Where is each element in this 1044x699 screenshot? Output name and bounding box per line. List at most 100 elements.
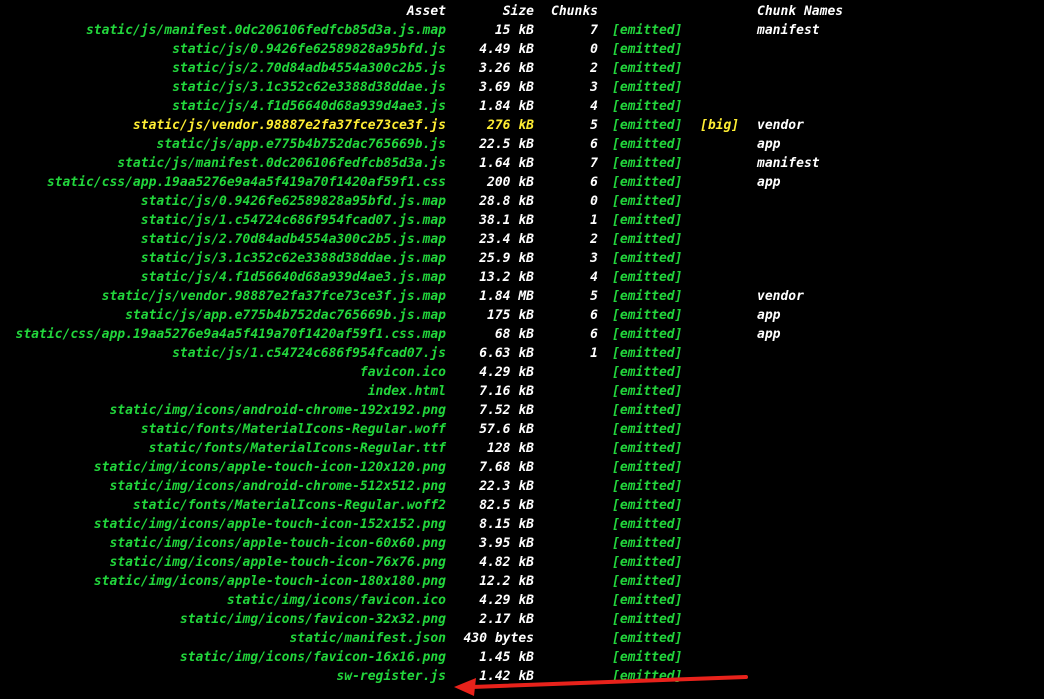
asset-status: [emitted]	[612, 308, 683, 323]
asset-chunks: 1	[590, 213, 598, 228]
asset-chunks: 7	[590, 156, 598, 171]
asset-chunk-names: manifest	[757, 156, 820, 171]
asset-status: [emitted]	[612, 327, 683, 342]
asset-status: [emitted]	[612, 517, 683, 532]
asset-status: [emitted]	[612, 42, 683, 57]
asset-status: [emitted]	[612, 574, 683, 589]
asset-size: 4.29 kB	[479, 365, 534, 380]
table-row: static/js/0.9426fe62589828a95bfd.js 4.49 …	[0, 40, 1044, 59]
table-row: static/img/icons/apple-touch-icon-76x76.…	[0, 553, 1044, 572]
asset-chunk-names: app	[757, 137, 781, 152]
table-row: static/img/icons/apple-touch-icon-152x15…	[0, 515, 1044, 534]
table-row: static/img/icons/android-chrome-192x192.…	[0, 401, 1044, 420]
asset-size: 7.16 kB	[479, 384, 534, 399]
asset-status: [emitted]	[612, 479, 683, 494]
asset-name: static/img/icons/android-chrome-512x512.…	[109, 479, 446, 494]
asset-size: 3.95 kB	[479, 536, 534, 551]
asset-status: [emitted]	[612, 213, 683, 228]
asset-size: 2.17 kB	[479, 612, 534, 627]
asset-name: static/img/icons/apple-touch-icon-152x15…	[93, 517, 446, 532]
asset-status: [emitted]	[612, 384, 683, 399]
table-row: index.html 7.16 kB [emitted]	[0, 382, 1044, 401]
table-row: static/img/icons/favicon-16x16.png 1.45 k…	[0, 648, 1044, 667]
asset-status: [emitted]	[612, 631, 683, 646]
asset-name: static/js/3.1c352c62e3388d38ddae.js	[172, 80, 446, 95]
asset-name: favicon.ico	[359, 365, 446, 380]
asset-name: static/js/4.f1d56640d68a939d4ae3.js.map	[140, 270, 446, 285]
asset-status: [emitted]	[612, 441, 683, 456]
asset-status: [emitted]	[612, 612, 683, 627]
asset-status: [emitted]	[612, 460, 683, 475]
arrow-shaft	[470, 675, 748, 689]
asset-name: static/js/0.9426fe62589828a95bfd.js.map	[140, 194, 446, 209]
asset-name: static/js/manifest.0dc206106fedfcb85d3a.…	[85, 23, 446, 38]
asset-name: static/fonts/MaterialIcons-Regular.woff	[140, 422, 446, 437]
asset-size: 4.29 kB	[479, 593, 534, 608]
asset-status: [emitted]	[612, 118, 683, 133]
asset-rows: static/js/manifest.0dc206106fedfcb85d3a.…	[0, 21, 1044, 686]
asset-chunks: 6	[590, 308, 598, 323]
asset-name: static/js/4.f1d56640d68a939d4ae3.js	[172, 99, 446, 114]
asset-size: 4.49 kB	[479, 42, 534, 57]
asset-size: 1.84 kB	[479, 99, 534, 114]
asset-status: [emitted]	[612, 175, 683, 190]
table-row: favicon.ico 4.29 kB [emitted]	[0, 363, 1044, 382]
asset-status: [emitted]	[612, 403, 683, 418]
table-row: static/js/manifest.0dc206106fedfcb85d3a.…	[0, 154, 1044, 173]
asset-size: 13.2 kB	[479, 270, 534, 285]
table-row: static/img/icons/apple-touch-icon-60x60.…	[0, 534, 1044, 553]
asset-chunk-names: vendor	[757, 289, 804, 304]
asset-name: static/js/1.c54724c686f954fcad07.js.map	[140, 213, 446, 228]
header-asset: Asset	[406, 4, 446, 19]
table-row: static/js/1.c54724c686f954fcad07.js 6.63 …	[0, 344, 1044, 363]
asset-name: static/img/icons/favicon-32x32.png	[179, 612, 446, 627]
asset-chunk-names: manifest	[757, 23, 820, 38]
table-row: static/js/2.70d84adb4554a300c2b5.js.map 2…	[0, 230, 1044, 249]
asset-chunks: 2	[590, 232, 598, 247]
asset-size: 1.64 kB	[479, 156, 534, 171]
asset-chunk-names: app	[757, 175, 781, 190]
table-row: static/js/vendor.98887e2fa37fce73ce3f.js…	[0, 116, 1044, 135]
asset-chunks: 1	[590, 346, 598, 361]
asset-size: 7.68 kB	[479, 460, 534, 475]
asset-size: 8.15 kB	[479, 517, 534, 532]
asset-size: 57.6 kB	[479, 422, 534, 437]
asset-name: static/css/app.19aa5276e9a4a5f419a70f142…	[46, 175, 446, 190]
asset-name: static/css/app.19aa5276e9a4a5f419a70f142…	[15, 327, 446, 342]
asset-chunks: 6	[590, 137, 598, 152]
red-arrow-icon	[454, 675, 748, 696]
asset-chunks: 4	[590, 270, 598, 285]
asset-status: [emitted]	[612, 80, 683, 95]
asset-status: [emitted]	[612, 137, 683, 152]
asset-size: 1.45 kB	[479, 650, 534, 665]
header-chunks: Chunks	[551, 4, 598, 19]
asset-name: static/fonts/MaterialIcons-Regular.ttf	[148, 441, 446, 456]
asset-name: static/img/icons/favicon-16x16.png	[179, 650, 446, 665]
asset-size: 6.63 kB	[479, 346, 534, 361]
table-row: static/css/app.19aa5276e9a4a5f419a70f142…	[0, 325, 1044, 344]
asset-status: [emitted]	[612, 232, 683, 247]
table-row: static/js/3.1c352c62e3388d38ddae.js.map 2…	[0, 249, 1044, 268]
table-row: static/js/vendor.98887e2fa37fce73ce3f.js…	[0, 287, 1044, 306]
asset-status: [emitted]	[612, 536, 683, 551]
table-row: static/img/icons/apple-touch-icon-120x12…	[0, 458, 1044, 477]
asset-name: static/manifest.json	[289, 631, 446, 646]
table-row: static/js/4.f1d56640d68a939d4ae3.js.map 1…	[0, 268, 1044, 287]
asset-name: sw-register.js	[336, 669, 446, 684]
table-row: static/img/icons/favicon-32x32.png 2.17 k…	[0, 610, 1044, 629]
asset-size: 25.9 kB	[479, 251, 534, 266]
asset-size: 3.26 kB	[479, 61, 534, 76]
asset-chunks: 5	[590, 118, 598, 133]
asset-name: static/img/icons/android-chrome-192x192.…	[109, 403, 446, 418]
asset-status: [emitted]	[612, 194, 683, 209]
terminal-window: { "colors": { "background": "#000000", "…	[0, 0, 1044, 699]
asset-name: static/js/2.70d84adb4554a300c2b5.js.map	[140, 232, 446, 247]
table-row: static/js/0.9426fe62589828a95bfd.js.map 2…	[0, 192, 1044, 211]
asset-status: [emitted]	[612, 99, 683, 114]
table-row: static/fonts/MaterialIcons-Regular.ttf 12…	[0, 439, 1044, 458]
asset-name: static/img/icons/apple-touch-icon-180x18…	[93, 574, 446, 589]
asset-chunks: 4	[590, 99, 598, 114]
asset-size: 28.8 kB	[479, 194, 534, 209]
table-row: static/js/app.e775b4b752dac765669b.js 22.…	[0, 135, 1044, 154]
asset-status: [emitted]	[612, 555, 683, 570]
